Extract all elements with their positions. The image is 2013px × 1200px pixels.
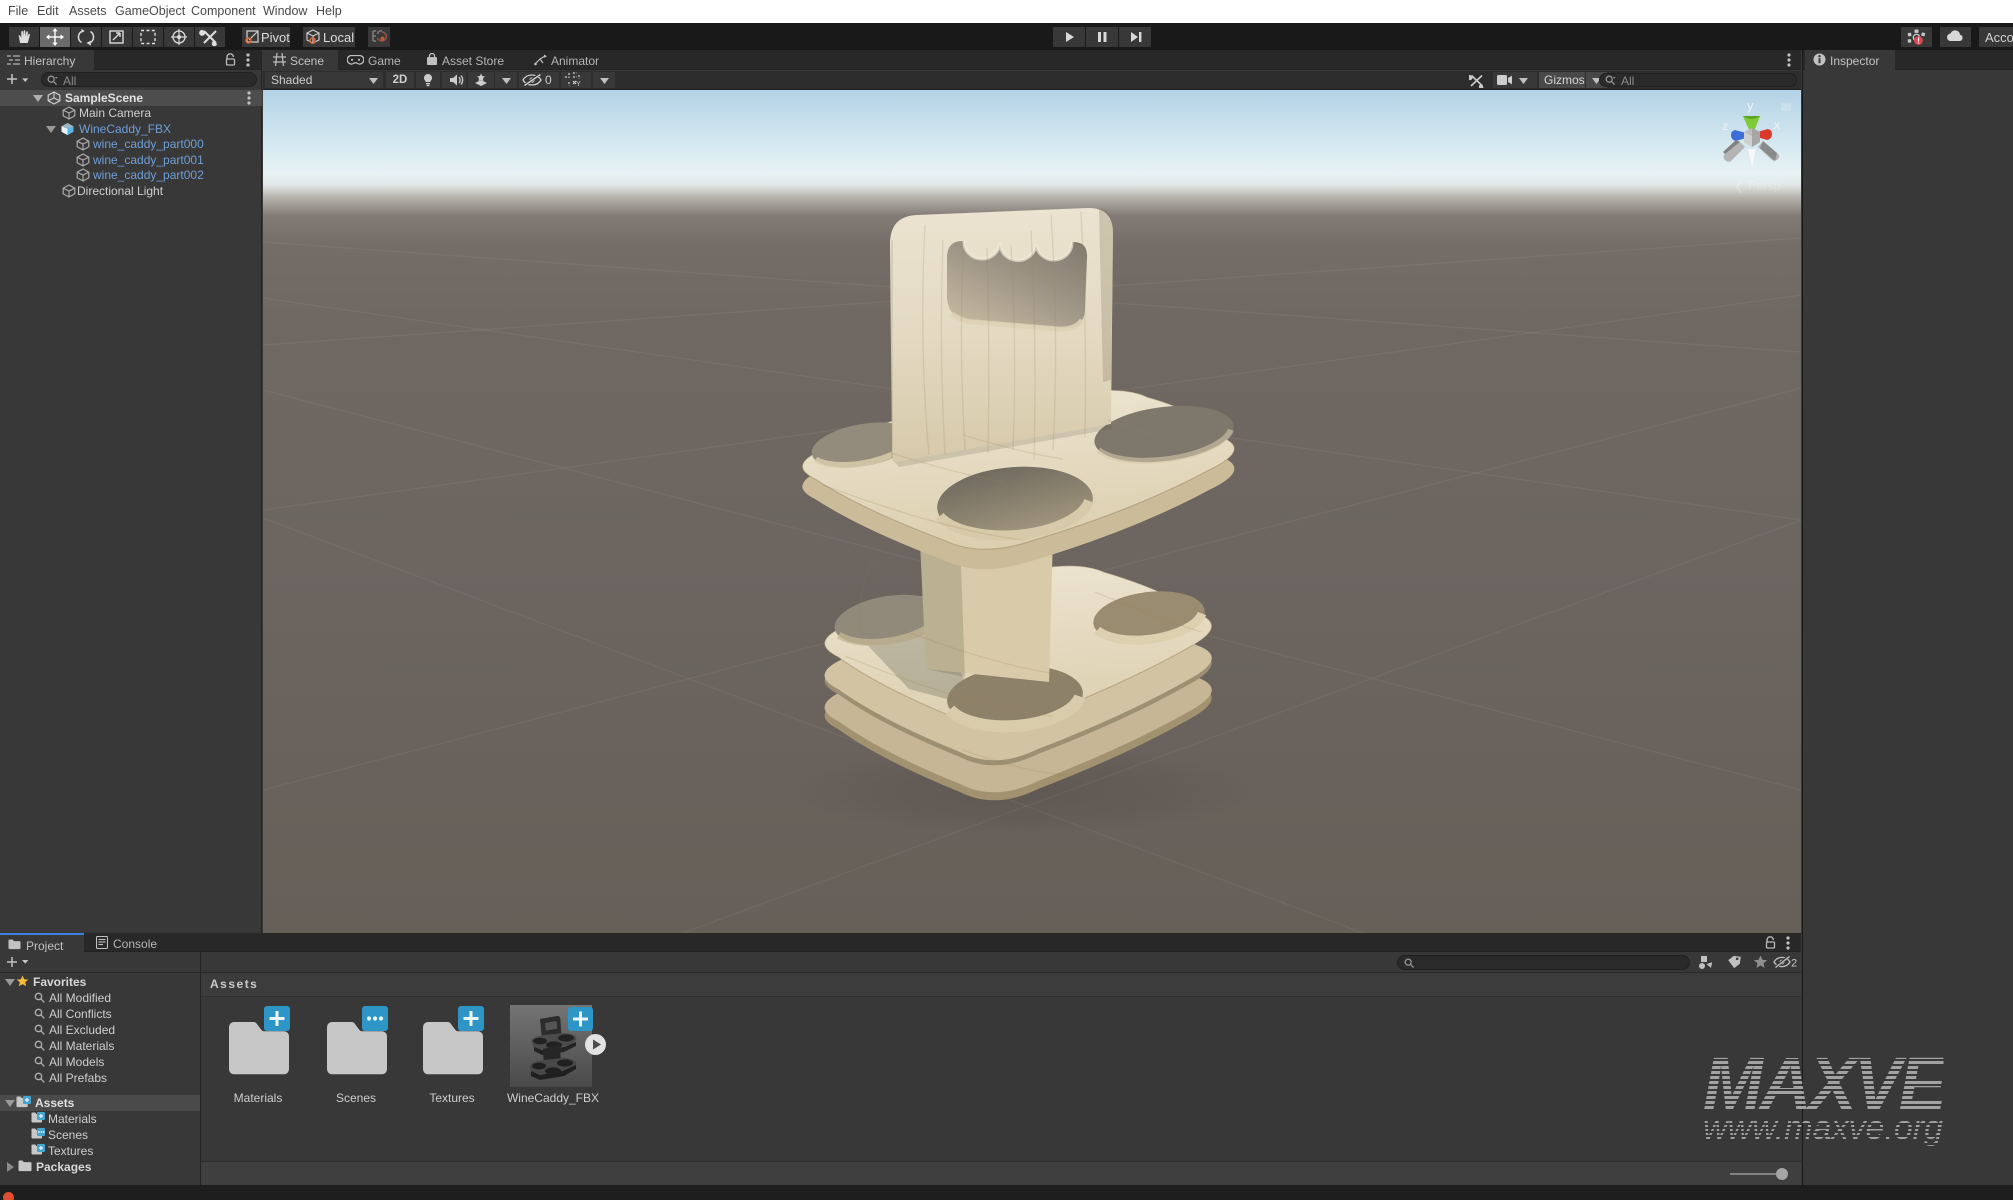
svg-text:Y: Y xyxy=(576,81,581,87)
svg-text:z: z xyxy=(1722,119,1728,133)
svg-text:!: ! xyxy=(1917,36,1920,46)
svg-text:x: x xyxy=(1774,118,1780,132)
svg-text:2: 2 xyxy=(1791,958,1797,970)
svg-text:y: y xyxy=(1747,98,1754,113)
svg-text:❮ Persp: ❮ Persp xyxy=(1734,179,1781,194)
